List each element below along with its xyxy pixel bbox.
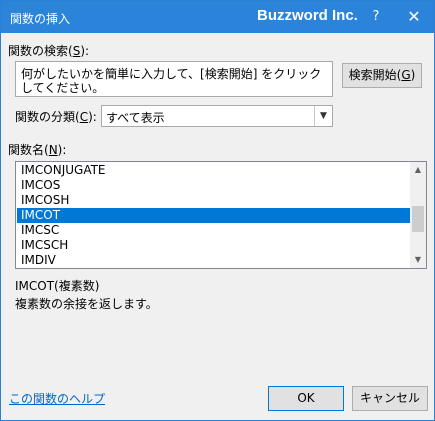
help-icon[interactable]: ? <box>358 1 394 33</box>
insert-function-dialog: 関数の挿入 Buzzword Inc. ? ✕ 関数の検索(S): 何がしたいか… <box>0 0 435 421</box>
category-selected-value: すべて表示 <box>106 111 165 125</box>
cancel-button[interactable]: キャンセル <box>352 386 428 411</box>
list-item[interactable]: IMCOS <box>17 178 411 193</box>
list-item[interactable]: IMCOSH <box>17 193 411 208</box>
list-item[interactable]: IMCSCH <box>17 238 411 253</box>
search-input[interactable]: 何がしたいかを簡単に入力して、[検索開始] をクリックしてください。 <box>15 61 333 97</box>
function-signature: IMCOT(複素数) <box>15 279 100 293</box>
list-item[interactable]: IMCSC <box>17 223 411 238</box>
category-label: 関数の分類(C): <box>15 110 97 124</box>
title-bar[interactable]: 関数の挿入 Buzzword Inc. ? ✕ <box>1 1 434 33</box>
list-item-selected[interactable]: IMCOT <box>17 208 411 223</box>
scroll-up-icon[interactable]: ▲ <box>410 162 426 178</box>
function-help-link[interactable]: この関数のヘルプ <box>9 390 105 407</box>
search-button[interactable]: 検索開始(G) <box>342 63 422 88</box>
dialog-title: 関数の挿入 <box>10 12 71 26</box>
category-select[interactable]: すべて表示 ▼ <box>101 105 333 127</box>
function-listbox[interactable]: IMCONJUGATE IMCOS IMCOSH IMCOT IMCSC IMC… <box>15 161 427 269</box>
chevron-down-icon[interactable]: ▼ <box>314 106 332 126</box>
list-item[interactable]: IMCONJUGATE <box>17 163 411 178</box>
list-item[interactable]: IMDIV <box>17 253 411 268</box>
vertical-scrollbar[interactable]: ▲ ▼ <box>410 162 426 268</box>
scroll-down-icon[interactable]: ▼ <box>410 252 426 268</box>
scrollbar-thumb[interactable] <box>412 206 424 232</box>
function-name-label: 関数名(N): <box>8 143 67 157</box>
function-description: 複素数の余接を返します。 <box>15 297 158 311</box>
close-icon[interactable]: ✕ <box>396 1 432 33</box>
brand-label: Buzzword Inc. <box>257 7 358 24</box>
search-label: 関数の検索(S): <box>8 44 90 58</box>
ok-button[interactable]: OK <box>268 386 344 411</box>
